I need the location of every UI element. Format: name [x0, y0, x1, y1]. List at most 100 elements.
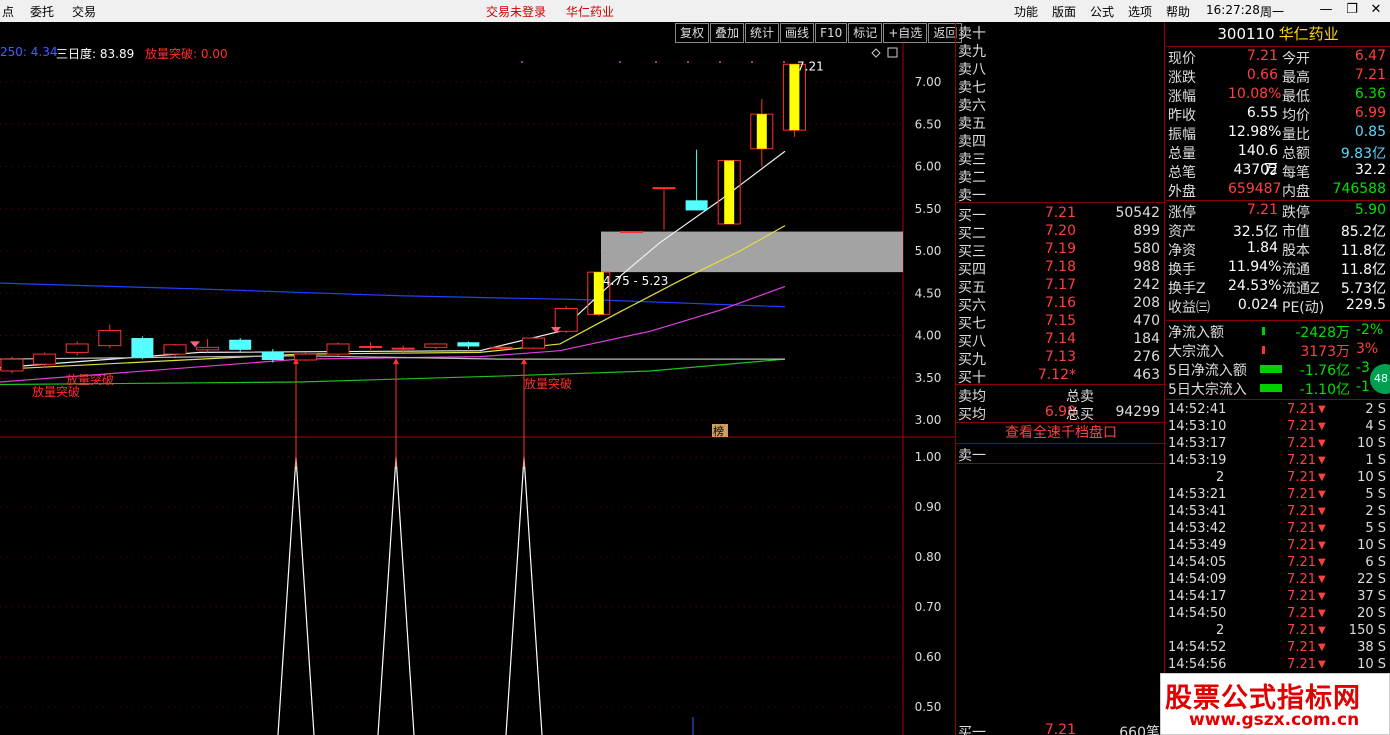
down-arrow-icon: ▼: [1318, 642, 1326, 653]
menu-item-gongshi[interactable]: 公式: [1090, 3, 1114, 20]
tick-volume: 10 S: [1357, 470, 1386, 485]
total-buy-value: 94299: [1115, 404, 1160, 420]
sell-level-row[interactable]: 卖六: [958, 95, 1164, 114]
minimize-icon[interactable]: —: [1316, 2, 1336, 20]
sell-level-row[interactable]: 卖五: [958, 113, 1164, 132]
signal-dot: [751, 61, 753, 63]
tick-price: 7.21: [1287, 521, 1316, 536]
tick-volume: 38 S: [1357, 640, 1386, 655]
fuquan-button[interactable]: 复权: [675, 23, 710, 43]
sell-level-row[interactable]: 卖七: [958, 77, 1164, 96]
full-depth-button[interactable]: 查看全速千档盘口: [956, 423, 1166, 443]
buy-level-row[interactable]: 买一 7.21 50542: [958, 205, 1164, 224]
menu-item-banmian[interactable]: 版面: [1052, 3, 1076, 20]
kline-chart[interactable]: 7.00 6.50 6.00 5.50 5.00 4.50 4.00 3.50 3.00 1.00…: [0, 22, 955, 735]
close-icon[interactable]: ✕: [1366, 2, 1386, 20]
divider: [1166, 399, 1390, 400]
quote-value: 7.21: [1354, 67, 1386, 83]
down-arrow-icon: ▼: [1318, 574, 1326, 585]
quote-row: 净资 1.84 股本 11.8亿: [1168, 240, 1388, 259]
flow-bar: [1260, 365, 1282, 373]
quote-label: 净资: [1168, 243, 1196, 259]
tongji-button[interactable]: 统计: [745, 23, 780, 43]
tick-time: 14:53:41: [1168, 504, 1227, 519]
tick-price: 7.21: [1287, 402, 1316, 417]
buy-level-row[interactable]: 买二 7.20 899: [958, 223, 1164, 242]
buy-level-row[interactable]: 买八 7.14 184: [958, 331, 1164, 350]
buy-level-row[interactable]: 买九 7.13 276: [958, 349, 1164, 368]
sell-level-row[interactable]: 卖四: [958, 131, 1164, 150]
menu-item-xuanxiang[interactable]: 选项: [1128, 3, 1152, 20]
f10-button[interactable]: F10: [815, 23, 848, 43]
signal-dot: [687, 61, 689, 63]
quote-row: 涨跌 0.66 最高 7.21: [1168, 67, 1388, 86]
buy-level-row[interactable]: 买十 7.12* 463: [958, 367, 1164, 386]
quote-label: 现价: [1168, 51, 1196, 67]
sell-level-row[interactable]: 卖三: [958, 149, 1164, 168]
down-arrow-icon: ▼: [1318, 557, 1326, 568]
flow-row: 大宗流入 3173万 3%: [1168, 341, 1388, 360]
buy-level-price: 7.14: [1044, 331, 1076, 347]
menu-item-dian[interactable]: 点: [2, 3, 14, 20]
diejia-button[interactable]: 叠加: [710, 23, 745, 43]
candle-body: [293, 353, 317, 361]
volume-tick-label: 0.50: [915, 700, 942, 714]
restore-icon[interactable]: ❐: [1342, 2, 1362, 20]
quote-label: 跌停: [1282, 205, 1310, 221]
buy-level-vol: 470: [1133, 313, 1160, 329]
candle-body: [685, 200, 708, 211]
volume-tick-label: 0.60: [915, 650, 942, 664]
buy-level-row[interactable]: 买六 7.16 208: [958, 295, 1164, 314]
huaxian-button[interactable]: 画线: [780, 23, 815, 43]
candle-body: [756, 114, 767, 149]
resistance-zone: [601, 231, 903, 273]
sell-level-row[interactable]: 卖十: [958, 23, 1164, 42]
buy-level-row[interactable]: 买七 7.15 470: [958, 313, 1164, 332]
quote-panel: 300110 华仁药业 现价 7.21 今开 6.47 涨跌 0.66 最高 7.…: [1166, 22, 1390, 735]
tick-price: 7.21: [1287, 538, 1316, 553]
rank-badge-label: 榜: [713, 424, 724, 438]
buy-level-row[interactable]: 买三 7.19 580: [958, 241, 1164, 260]
biaoji-button[interactable]: 标记: [848, 23, 883, 43]
login-status[interactable]: 交易未登录: [486, 3, 546, 20]
buy-level-price: 7.19: [1044, 241, 1076, 257]
sell-level-label: 卖九: [958, 44, 986, 60]
quote-value: 11.94%: [1228, 259, 1282, 275]
tick-price: 7.21: [1287, 504, 1316, 519]
menu-item-weituo[interactable]: 委托: [30, 3, 54, 20]
buy-level-label: 买二: [958, 226, 986, 242]
quote-label: 总量: [1168, 146, 1196, 162]
menu-item-bangzhu[interactable]: 帮助: [1166, 3, 1190, 20]
buy-level-row[interactable]: 买五 7.17 242: [958, 277, 1164, 296]
quote-header[interactable]: 300110 华仁药业: [1166, 22, 1390, 46]
tick-row: 14:53:21 7.21 ▼ 5 S: [1168, 487, 1388, 504]
sell-level-row[interactable]: 卖二: [958, 167, 1164, 186]
down-arrow-icon: ▼: [1318, 455, 1326, 466]
sell-level-label: 卖三: [958, 152, 986, 168]
quote-label: 内盘: [1282, 184, 1310, 200]
flow-pct: -1: [1356, 379, 1370, 395]
candle-body: [98, 329, 122, 347]
quote-row: 换手 11.94% 流通 11.8亿: [1168, 259, 1388, 278]
sell-level-label: 卖十: [958, 26, 986, 42]
tick-price: 7.21: [1287, 555, 1316, 570]
down-arrow-icon: ▼: [1318, 404, 1326, 415]
add-watchlist-button[interactable]: +自选: [883, 23, 928, 43]
quote-value: 6.99: [1354, 105, 1386, 121]
quote-value: 7.21: [1246, 48, 1278, 64]
sell-level-row[interactable]: 卖一: [958, 185, 1164, 204]
menu-item-gongneng[interactable]: 功能: [1014, 3, 1038, 20]
divider: [956, 463, 1166, 464]
tick-volume: 4 S: [1365, 419, 1386, 434]
sell-level-row[interactable]: 卖八: [958, 59, 1164, 78]
buy-level-row[interactable]: 买四 7.18 988: [958, 259, 1164, 278]
tick-row: 2 7.21 ▼ 150 S: [1168, 623, 1388, 640]
window-stock-title: 华仁药业: [566, 5, 615, 19]
depth-buy1-label: 买一: [958, 725, 986, 735]
sell-level-row[interactable]: 卖九: [958, 41, 1164, 60]
quote-value: 5.73亿: [1340, 281, 1386, 297]
down-arrow-icon: ▼: [1318, 438, 1326, 449]
flow-row: 5日净流入额 -1.76亿 -3: [1168, 360, 1388, 379]
menu-item-jiaoyi[interactable]: 交易: [72, 3, 96, 20]
flow-label: 5日大宗流入: [1168, 382, 1247, 398]
